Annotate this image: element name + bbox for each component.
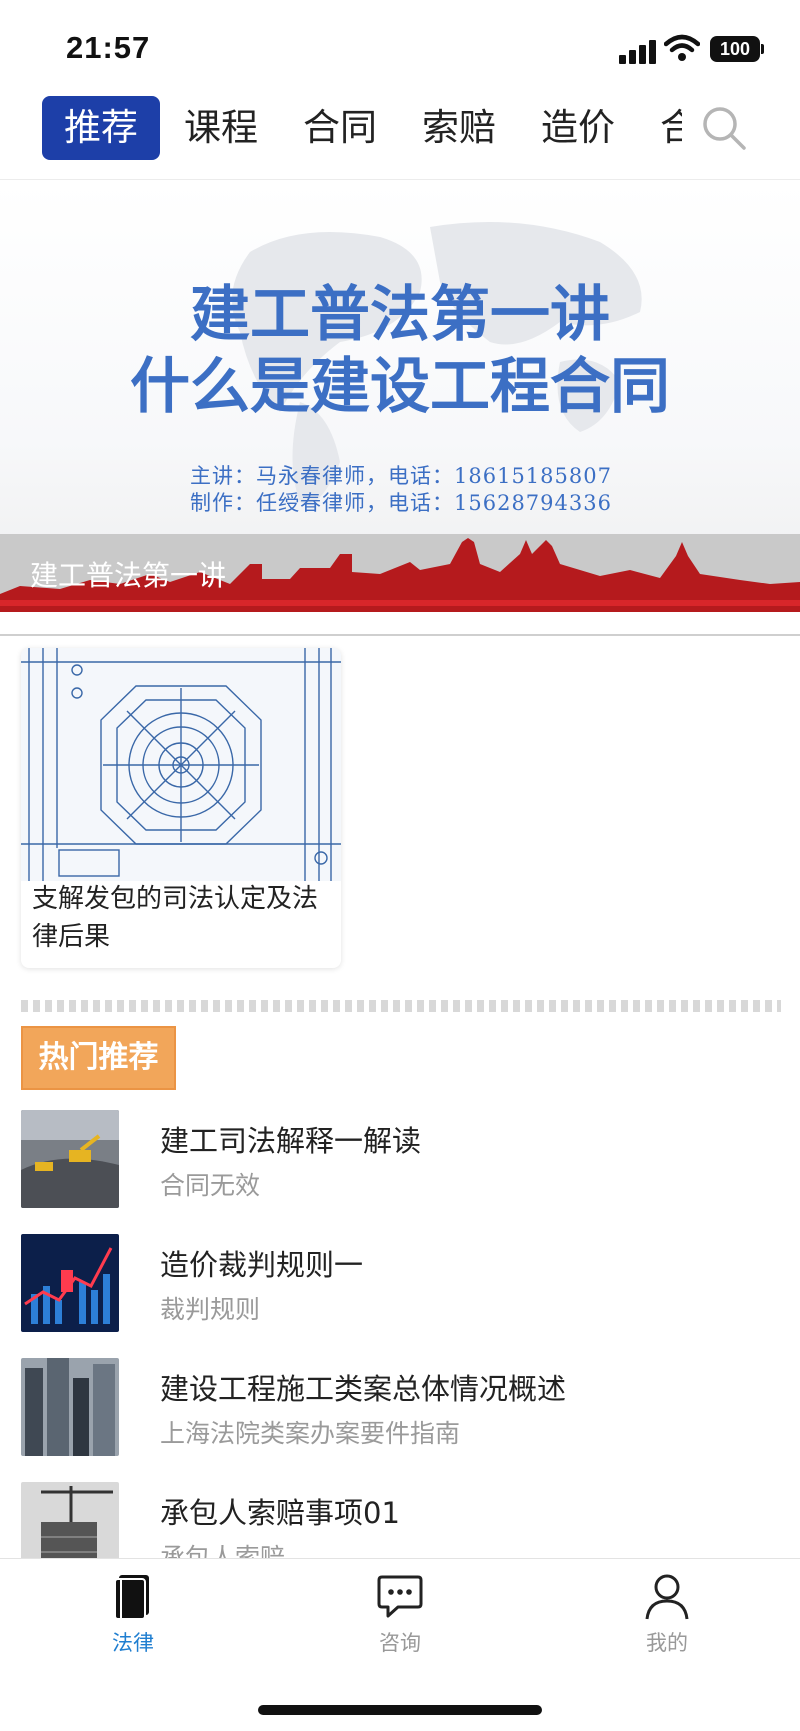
tab-claims[interactable]: 索赔 [422, 96, 496, 160]
list-item[interactable]: 建设工程施工类案总体情况概述 上海法院类案办案要件指南 [0, 1358, 800, 1458]
battery-tip [761, 44, 764, 54]
section-divider [21, 1000, 781, 1012]
nav-consult-label: 咨询 [379, 1631, 421, 1655]
status-time: 21:57 [66, 30, 151, 65]
list-item-subtitle: 上海法院类案办案要件指南 [160, 1419, 461, 1448]
list-item-title: 造价裁判规则一 [160, 1248, 364, 1282]
banner-divider [0, 634, 800, 636]
tab-courses[interactable]: 课程 [184, 96, 258, 160]
search-icon[interactable] [700, 104, 748, 152]
banner-title-line2: 什么是建设工程合同 [130, 352, 670, 422]
nav-mine[interactable]: 我的 [607, 1571, 727, 1671]
banner[interactable]: 建工普法第一讲 什么是建设工程合同 主讲：马永春律师，电话：1861518580… [0, 182, 800, 612]
nav-law[interactable]: 法律 [73, 1571, 193, 1671]
category-tabs: 推荐 课程 合同 索赔 造价 合 [0, 90, 800, 180]
list-item[interactable]: 建工司法解释一解读 合同无效 [0, 1110, 800, 1210]
banner-caption: 建工普法第一讲 [30, 559, 227, 592]
finance-chart-thumbnail [21, 1234, 119, 1332]
battery-indicator: 100 [710, 36, 760, 62]
tab-recommended[interactable]: 推荐 [42, 96, 160, 160]
list-item[interactable]: 造价裁判规则一 裁判规则 [0, 1234, 800, 1334]
construction-site-thumbnail [21, 1482, 119, 1558]
tab-contracts[interactable]: 合同 [303, 96, 377, 160]
tab-partial-label: 合 [660, 106, 682, 149]
list-item-title: 建工司法解释一解读 [160, 1124, 422, 1158]
hot-list: 建工司法解释一解读 合同无效 造价裁判规则一 裁判规则 建设工程施工类案总体情况… [0, 1110, 800, 1558]
blueprint-thumbnail [21, 648, 341, 881]
chat-bubble-icon [377, 1575, 423, 1618]
featured-course-card[interactable]: 支解发包的司法认定及法律后果 [21, 648, 341, 968]
bottom-nav: 法律 咨询 我的 [0, 1558, 800, 1731]
list-item[interactable]: 承包人索赔事项01 承包人索赔 [0, 1482, 800, 1558]
list-item-subtitle: 合同无效 [160, 1171, 261, 1200]
banner-credit-line1: 主讲：马永春律师，电话：18615185807 [190, 464, 612, 488]
list-item-subtitle: 承包人索赔 [160, 1543, 286, 1558]
banner-credit-line2: 制作：任绶春律师，电话：15628794336 [190, 491, 612, 515]
list-item-subtitle: 裁判规则 [160, 1295, 261, 1324]
user-icon [645, 1574, 689, 1620]
signal-icon [619, 38, 657, 64]
list-item-title: 建设工程施工类案总体情况概述 [160, 1372, 567, 1406]
tab-more-partial[interactable]: 合 [658, 96, 682, 160]
nav-mine-label: 我的 [646, 1631, 688, 1655]
wifi-icon [664, 34, 700, 61]
list-item-title: 承包人索赔事项01 [160, 1496, 400, 1530]
city-buildings-thumbnail [21, 1358, 119, 1456]
featured-card-title: 支解发包的司法认定及法律后果 [32, 884, 319, 952]
home-indicator [258, 1705, 542, 1715]
book-icon [114, 1575, 149, 1620]
excavator-thumbnail [21, 1110, 119, 1208]
hot-recommend-badge: 热门推荐 [21, 1026, 176, 1090]
nav-law-label: 法律 [112, 1631, 154, 1655]
status-bar: 21:57 100 [0, 0, 800, 90]
nav-consult[interactable]: 咨询 [340, 1571, 460, 1671]
tab-cost[interactable]: 造价 [541, 96, 615, 160]
